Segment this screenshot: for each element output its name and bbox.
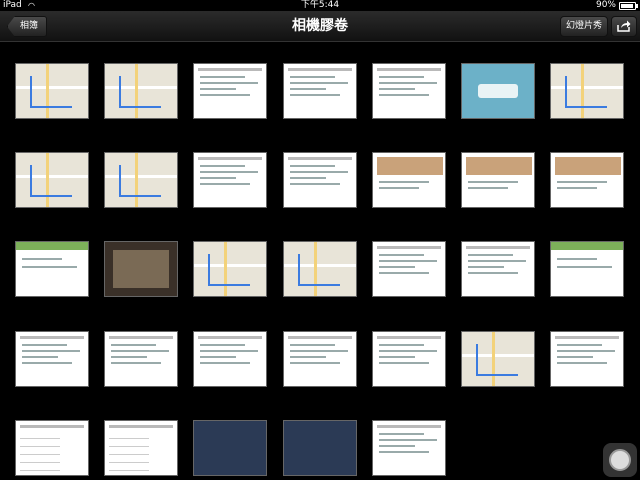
photo-thumbnail[interactable] bbox=[104, 331, 178, 387]
photo-thumbnail[interactable] bbox=[283, 152, 357, 208]
share-button[interactable] bbox=[611, 16, 637, 37]
photo-thumbnail[interactable] bbox=[15, 241, 89, 297]
photo-thumbnail[interactable] bbox=[15, 420, 89, 476]
photo-thumbnail[interactable] bbox=[372, 152, 446, 208]
photo-thumbnail[interactable] bbox=[372, 241, 446, 297]
photo-thumbnail[interactable] bbox=[283, 420, 357, 476]
photo-thumbnail[interactable] bbox=[550, 241, 624, 297]
photo-thumbnail[interactable] bbox=[283, 63, 357, 119]
photo-thumbnail[interactable] bbox=[15, 331, 89, 387]
photo-thumbnail[interactable] bbox=[15, 152, 89, 208]
photo-thumbnail[interactable] bbox=[193, 331, 267, 387]
photo-thumbnail[interactable] bbox=[193, 63, 267, 119]
photo-thumbnail[interactable] bbox=[372, 420, 446, 476]
photo-thumbnail[interactable] bbox=[372, 331, 446, 387]
photo-thumbnail[interactable] bbox=[461, 331, 535, 387]
battery-percentage: 90% bbox=[595, 0, 616, 10]
photo-thumbnail[interactable] bbox=[104, 420, 178, 476]
photo-thumbnail[interactable] bbox=[283, 331, 357, 387]
photo-thumbnail[interactable] bbox=[193, 241, 267, 297]
navigation-bar: 相簿 相機膠卷 幻燈片秀 bbox=[0, 11, 640, 42]
battery-icon bbox=[619, 2, 638, 10]
status-bar: iPad ◠ 下午5:44 90% bbox=[0, 0, 640, 11]
photo-thumbnail[interactable] bbox=[104, 152, 178, 208]
photo-thumbnail[interactable] bbox=[104, 63, 178, 119]
slideshow-button[interactable]: 幻燈片秀 bbox=[560, 16, 608, 37]
photo-thumbnail[interactable] bbox=[193, 420, 267, 476]
photo-thumbnail[interactable] bbox=[461, 152, 535, 208]
photo-thumbnail[interactable] bbox=[372, 63, 446, 119]
photo-thumbnail[interactable] bbox=[15, 63, 89, 119]
photo-thumbnail[interactable] bbox=[104, 241, 178, 297]
photo-thumbnail[interactable] bbox=[461, 63, 535, 119]
clock: 下午5:44 bbox=[300, 0, 340, 10]
photo-thumbnail[interactable] bbox=[550, 63, 624, 119]
assistive-touch-button[interactable] bbox=[603, 443, 637, 477]
photo-thumbnail[interactable] bbox=[550, 331, 624, 387]
photo-grid bbox=[0, 42, 640, 480]
photo-thumbnail[interactable] bbox=[283, 241, 357, 297]
share-icon bbox=[617, 20, 631, 32]
photo-thumbnail[interactable] bbox=[461, 241, 535, 297]
photo-thumbnail[interactable] bbox=[550, 152, 624, 208]
assistive-touch-icon bbox=[609, 449, 631, 471]
page-title: 相機膠卷 bbox=[292, 18, 348, 34]
photo-thumbnail[interactable] bbox=[193, 152, 267, 208]
